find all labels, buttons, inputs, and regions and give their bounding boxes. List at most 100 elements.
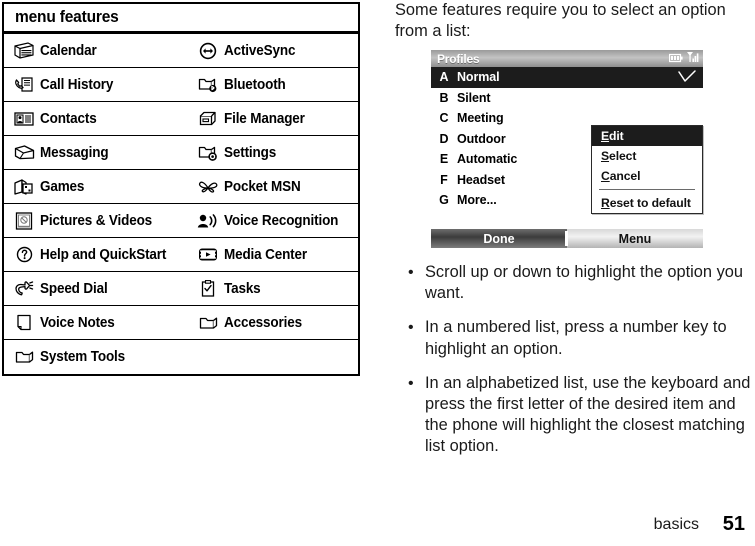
menu-accelerator-letter: S — [601, 149, 610, 163]
phone-status-icons — [668, 50, 703, 68]
phone-list-item-label: More... — [457, 193, 497, 208]
menu-feature-label: Messaging — [40, 144, 109, 161]
phone-screen-title: Profiles — [437, 51, 480, 66]
phone-list-item[interactable]: B Silent — [431, 88, 703, 109]
phone-list-item-label: Meeting — [457, 111, 504, 126]
phone-menu-item[interactable]: Reset to default — [592, 193, 702, 213]
messaging-envelope-icon — [13, 143, 35, 163]
bluetooth-folder-icon — [197, 75, 219, 95]
instruction-bullet-list: • Scroll up or down to highlight the opti… — [408, 262, 755, 471]
call-history-icon — [13, 75, 35, 95]
speed-dial-hand-icon — [13, 279, 35, 299]
footer-section-label: basics — [653, 516, 699, 533]
phone-menu-item[interactable]: Cancel — [592, 166, 702, 186]
media-center-icon — [197, 245, 219, 265]
menu-feature-cell: Tasks — [197, 272, 358, 305]
bullet-item: • Scroll up or down to highlight the opti… — [408, 262, 755, 304]
menu-feature-cell: Voice Notes — [4, 306, 197, 339]
phone-list-item-label: Automatic — [457, 152, 518, 167]
phone-list-item-key: E — [439, 152, 449, 167]
activesync-icon — [197, 41, 219, 61]
phone-list-item-key: B — [439, 90, 449, 105]
menu-item-text: ancel — [609, 169, 641, 183]
calendar-icon — [13, 41, 35, 61]
menu-feature-cell: Calendar — [4, 34, 197, 67]
menu-feature-label: Pictures & Videos — [40, 212, 153, 229]
help-question-icon — [13, 245, 35, 265]
menu-feature-label: System Tools — [40, 349, 126, 365]
table-row: Games Pocket MSN — [4, 170, 358, 204]
tasks-checklist-icon — [197, 279, 219, 299]
voice-recognition-icon — [197, 211, 219, 231]
menu-feature-cell: Media Center — [197, 238, 358, 271]
table-row: Calendar ActiveSync — [4, 34, 358, 68]
menu-accelerator-letter: C — [601, 169, 610, 183]
table-body: Calendar ActiveSync Call History Bluetooth C… — [4, 34, 358, 374]
bullet-marker-icon: • — [408, 374, 414, 392]
system-tools-folder-icon — [13, 347, 35, 367]
menu-feature-label: Voice Recognition — [224, 212, 339, 229]
menu-item-text: eset to default — [609, 196, 691, 210]
phone-menu-item[interactable]: Edit — [592, 126, 702, 146]
phone-list-item-key: C — [439, 111, 449, 126]
bullet-item: • In an alphabetized list, use the keyboa… — [408, 373, 755, 458]
menu-feature-label: Speed Dial — [40, 280, 108, 297]
checkmark-icon — [678, 70, 696, 88]
phone-list-item[interactable]: A Normal — [431, 67, 703, 88]
menu-feature-cell: Contacts — [4, 102, 197, 135]
menu-feature-cell: Voice Recognition — [197, 204, 358, 237]
menu-feature-cell: Games — [4, 170, 197, 203]
menu-feature-label: ActiveSync — [224, 42, 296, 59]
menu-feature-cell: Bluetooth — [197, 68, 358, 101]
menu-features-table: menu features Calendar ActiveSync Call His… — [2, 2, 360, 376]
menu-feature-label: Voice Notes — [40, 314, 115, 331]
phone-list-item-key: G — [439, 193, 449, 208]
phone-list-item-label: Silent — [457, 90, 491, 105]
table-header-row: menu features — [4, 4, 358, 34]
games-icon — [13, 177, 35, 197]
intro-paragraph: Some features require you to select an o… — [395, 1, 726, 40]
softkey-left-done[interactable]: Done — [431, 229, 567, 248]
softkey-right-menu[interactable]: Menu — [567, 229, 703, 248]
menu-feature-label: Media Center — [224, 246, 308, 263]
menu-feature-cell: Settings — [197, 136, 358, 169]
table-row: Help and QuickStart Media Center — [4, 238, 358, 272]
phone-list-item-key: F — [440, 172, 448, 187]
menu-feature-label: Pocket MSN — [224, 178, 301, 195]
menu-feature-cell: File Manager — [197, 102, 358, 135]
phone-screenshot-figure: Profiles A Normal B Silent C Meeting D O… — [431, 47, 703, 248]
phone-list-item-label: Outdoor — [457, 131, 506, 146]
menu-accelerator-letter: E — [601, 129, 610, 143]
phone-softkey-bar: Done Menu — [431, 229, 703, 248]
phone-menu-item[interactable]: Select — [592, 146, 702, 166]
bullet-marker-icon: • — [408, 319, 414, 337]
phone-context-menu[interactable]: Edit Select Cancel Reset to default — [591, 125, 703, 214]
pictures-videos-icon — [13, 211, 35, 231]
phone-list-item-key: A — [439, 70, 449, 85]
table-row: Contacts File Manager — [4, 102, 358, 136]
page-footer: basics 51 — [0, 508, 755, 538]
file-manager-icon — [197, 109, 219, 129]
table-row: Call History Bluetooth — [4, 68, 358, 102]
menu-feature-cell: Help and QuickStart — [4, 238, 197, 271]
signal-icon — [686, 50, 699, 68]
menu-feature-label: Games — [40, 178, 85, 195]
menu-separator — [599, 189, 695, 190]
phone-title-bar: Profiles — [431, 50, 703, 67]
battery-icon — [668, 50, 683, 68]
table-row: Pictures & Videos Voice Recognition — [4, 204, 358, 238]
menu-feature-cell: Messaging — [4, 136, 197, 169]
empty-cell — [197, 340, 358, 374]
menu-feature-label: Accessories — [224, 314, 302, 331]
menu-feature-label: Contacts — [40, 110, 97, 127]
pocket-msn-butterfly-icon — [197, 177, 219, 197]
contacts-icon — [13, 109, 35, 129]
bullet-text: Scroll up or down to highlight the optio… — [425, 263, 744, 303]
bullet-marker-icon: • — [408, 264, 414, 281]
table-row: Speed Dial Tasks — [4, 272, 358, 306]
menu-feature-label: Bluetooth — [224, 76, 286, 93]
table-row: Messaging Settings — [4, 136, 358, 170]
bullet-text: In an alphabetized list, use the keyboar… — [425, 373, 751, 456]
menu-feature-cell: System Tools — [4, 340, 197, 374]
menu-feature-label: Settings — [224, 144, 277, 161]
